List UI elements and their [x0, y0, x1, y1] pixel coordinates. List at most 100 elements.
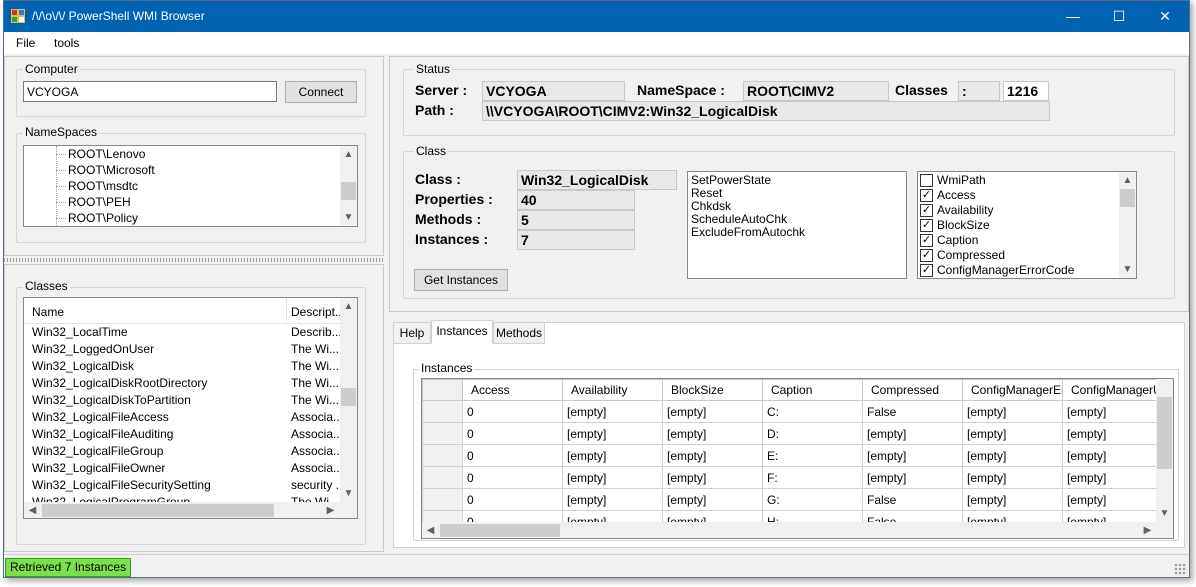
- grid-column-header[interactable]: Compressed: [862, 379, 963, 401]
- properties-checklist[interactable]: ▲ ▼ WmiPath ✓ Access ✓ Availability ✓ BlockSiz…: [917, 171, 1137, 279]
- grid-cell[interactable]: [empty]: [1062, 400, 1158, 423]
- connect-button[interactable]: Connect: [285, 81, 357, 103]
- grid-row-header[interactable]: [422, 422, 463, 445]
- property-item[interactable]: ✓ Access: [920, 188, 976, 203]
- class-row[interactable]: Win32_LogicalDisk The Wi...: [24, 358, 340, 375]
- grid-cell[interactable]: [empty]: [962, 422, 1063, 445]
- classes-hscrollbar[interactable]: ◀ ▶: [24, 502, 357, 518]
- scroll-down-icon[interactable]: ▼: [340, 485, 357, 502]
- scroll-down-icon[interactable]: ▼: [340, 209, 357, 226]
- tab-help[interactable]: Help: [393, 322, 431, 344]
- grid-vscrollbar[interactable]: ▼: [1156, 379, 1173, 522]
- property-item[interactable]: ✓ ConfigManagerErrorCode: [920, 263, 1074, 278]
- scroll-thumb[interactable]: [440, 524, 560, 537]
- grid-row-header[interactable]: [422, 488, 463, 511]
- grid-cell[interactable]: 0: [462, 422, 563, 445]
- menu-file[interactable]: File: [16, 36, 35, 50]
- grid-cell[interactable]: [empty]: [1062, 488, 1158, 511]
- class-row[interactable]: Win32_LogicalFileAccess Associa...: [24, 409, 340, 426]
- class-row[interactable]: Win32_LogicalDiskToPartition The Wi...: [24, 392, 340, 409]
- namespaces-scrollbar[interactable]: ▲ ▼: [340, 146, 357, 226]
- instances-grid[interactable]: Access Availability BlockSize Caption Compre…: [421, 378, 1174, 539]
- get-instances-button[interactable]: Get Instances: [414, 269, 508, 291]
- methods-list[interactable]: SetPowerState Reset Chkdsk ScheduleAutoChk E…: [687, 171, 907, 279]
- grid-cell[interactable]: [empty]: [562, 444, 663, 467]
- grid-cell[interactable]: [empty]: [662, 444, 763, 467]
- grid-cell[interactable]: [empty]: [662, 400, 763, 423]
- grid-cell[interactable]: [empty]: [962, 488, 1063, 511]
- grid-cell[interactable]: [empty]: [662, 488, 763, 511]
- property-item[interactable]: ✓ Availability: [920, 203, 993, 218]
- property-item[interactable]: ✓ Compressed: [920, 248, 1005, 263]
- menu-tools[interactable]: tools: [54, 36, 79, 50]
- grid-column-header[interactable]: Access: [462, 379, 563, 401]
- grid-column-header[interactable]: BlockSize: [662, 379, 763, 401]
- class-row[interactable]: Win32_LogicalFileAuditing Associa...: [24, 426, 340, 443]
- scroll-thumb[interactable]: [1157, 397, 1172, 469]
- grid-row[interactable]: 0 [empty] [empty] G: False [empty] [empty]: [422, 488, 1158, 511]
- grid-cell[interactable]: 0: [462, 466, 563, 489]
- column-header-name[interactable]: Name: [32, 305, 64, 319]
- grid-cell[interactable]: [empty]: [562, 466, 663, 489]
- grid-row-header[interactable]: [422, 466, 463, 489]
- checkbox-checked-icon[interactable]: ✓: [920, 189, 933, 203]
- scroll-thumb[interactable]: [341, 182, 356, 200]
- grid-column-header[interactable]: Availability: [562, 379, 663, 401]
- class-row[interactable]: Win32_LogicalDiskRootDirectory The Wi...: [24, 375, 340, 392]
- properties-scrollbar[interactable]: ▲ ▼: [1119, 172, 1136, 278]
- scroll-up-icon[interactable]: ▲: [1119, 172, 1136, 189]
- scroll-left-icon[interactable]: ◀: [422, 522, 439, 538]
- grid-cell[interactable]: [empty]: [562, 488, 663, 511]
- grid-row[interactable]: 0 [empty] [empty] D: [empty] [empty] [empty]: [422, 422, 1158, 445]
- property-item[interactable]: WmiPath: [920, 173, 986, 188]
- scroll-up-icon[interactable]: ▲: [340, 298, 357, 315]
- maximize-button[interactable]: ☐: [1096, 1, 1142, 32]
- grid-cell[interactable]: [empty]: [1062, 466, 1158, 489]
- grid-cell[interactable]: [empty]: [962, 400, 1063, 423]
- left-splitter[interactable]: [4, 258, 384, 262]
- namespace-item[interactable]: ROOT\Microsoft: [68, 163, 155, 177]
- grid-cell[interactable]: [empty]: [862, 444, 963, 467]
- grid-row-header[interactable]: [422, 444, 463, 467]
- grid-hscrollbar[interactable]: ◀ ▶: [422, 522, 1173, 538]
- column-header-description[interactable]: Descript...: [291, 305, 345, 319]
- grid-cell[interactable]: [empty]: [562, 400, 663, 423]
- title-bar[interactable]: /\/\o\/\/ PowerShell WMI Browser — ☐ ✕: [4, 1, 1189, 32]
- scroll-thumb[interactable]: [1120, 189, 1135, 207]
- minimize-button[interactable]: —: [1050, 1, 1096, 32]
- method-item[interactable]: Chkdsk: [691, 199, 731, 213]
- namespace-item[interactable]: ROOT\Lenovo: [68, 147, 145, 161]
- method-item[interactable]: ScheduleAutoChk: [691, 212, 787, 226]
- method-item[interactable]: SetPowerState: [691, 173, 771, 187]
- grid-cell[interactable]: [empty]: [862, 422, 963, 445]
- scroll-down-icon[interactable]: ▼: [1156, 505, 1173, 522]
- checkbox-checked-icon[interactable]: ✓: [920, 204, 933, 218]
- grid-row[interactable]: 0 [empty] [empty] F: [empty] [empty] [empty]: [422, 466, 1158, 489]
- grid-column-header[interactable]: ConfigManagerErro: [962, 379, 1063, 401]
- grid-cell[interactable]: [empty]: [1062, 444, 1158, 467]
- class-row[interactable]: Win32_LogicalFileOwner Associa...: [24, 460, 340, 477]
- grid-column-header[interactable]: ConfigManagerUs: [1062, 379, 1158, 401]
- class-row[interactable]: Win32_LogicalFileSecuritySetting security…: [24, 477, 340, 494]
- tab-methods[interactable]: Methods: [493, 322, 545, 344]
- grid-row-header[interactable]: [422, 400, 463, 423]
- scroll-left-icon[interactable]: ◀: [24, 502, 41, 518]
- class-row[interactable]: Win32_LogicalFileGroup Associa...: [24, 443, 340, 460]
- grid-cell[interactable]: [empty]: [862, 466, 963, 489]
- scroll-thumb[interactable]: [341, 388, 356, 406]
- grid-cell[interactable]: 0: [462, 400, 563, 423]
- checkbox-checked-icon[interactable]: ✓: [920, 234, 933, 248]
- grid-cell[interactable]: False: [862, 400, 963, 423]
- checkbox-checked-icon[interactable]: ✓: [920, 219, 933, 233]
- grid-cell[interactable]: 0: [462, 488, 563, 511]
- checkbox-unchecked-icon[interactable]: [920, 174, 933, 188]
- grid-row[interactable]: 0 [empty] [empty] C: False [empty] [empty]: [422, 400, 1158, 423]
- scroll-right-icon[interactable]: ▶: [322, 502, 339, 518]
- namespace-item[interactable]: ROOT\msdtc: [68, 179, 138, 193]
- method-item[interactable]: Reset: [691, 186, 722, 200]
- classes-list[interactable]: Name Descript... Win32_LocalTime Describ.…: [23, 297, 358, 519]
- class-row[interactable]: Win32_LocalTime Describ...: [24, 324, 340, 341]
- grid-cell[interactable]: E:: [762, 444, 863, 467]
- class-row[interactable]: Win32_LogicalProgramGroup The Wi...: [24, 494, 340, 502]
- property-item[interactable]: ✓ BlockSize: [920, 218, 990, 233]
